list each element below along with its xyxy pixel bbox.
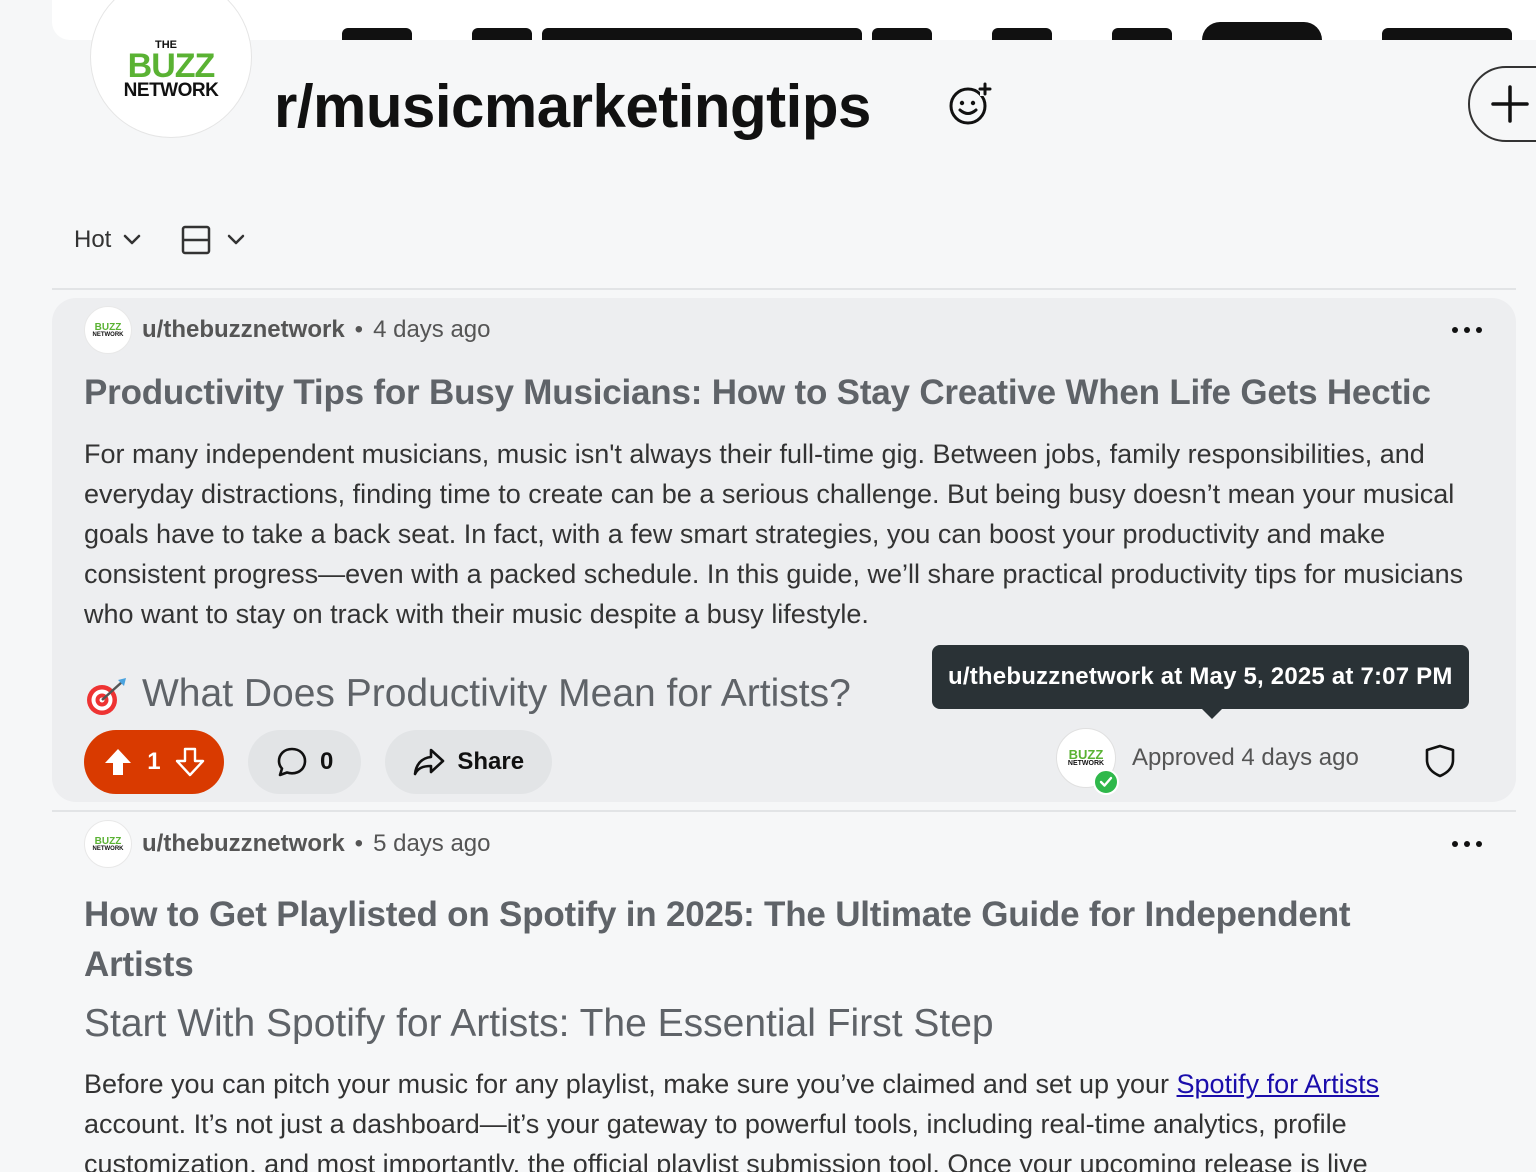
user-avatar[interactable]: BUZZ NETWORK [84,306,132,354]
post-title-line: Artists [84,945,194,984]
moderator-avatar: BUZZ NETWORK [1056,728,1119,795]
avatar-logo-subtext: NETWORK [92,331,124,338]
page: THE BUZZ NETWORK r/musicmarketingtips Ho… [0,0,1536,1172]
post-age[interactable]: 4 days ago [373,316,490,344]
card-view-icon [182,225,211,255]
meta-separator: • [354,316,364,343]
share-icon [414,748,445,776]
avatar-logo-subtext: NETWORK [1067,760,1105,768]
share-label: Share [457,748,525,775]
view-dropdown[interactable] [181,225,245,255]
body-text: customization, and most importantly, the… [84,1149,1368,1172]
community-banner [52,0,1536,40]
divider [52,288,1516,290]
smiley-add-icon[interactable] [948,82,992,126]
chevron-down-icon [228,234,245,245]
body-text: account. It’s not just a dashboard—it’s … [84,1109,1347,1139]
post-body: Before you can pitch your music for any … [84,1064,1504,1172]
target-icon [87,677,126,715]
avatar-logo-text: BUZZ [94,835,122,847]
post-title[interactable]: Productivity Tips for Busy Musicians: Ho… [84,368,1431,418]
comments-button[interactable]: 0 [248,730,362,794]
checkmark-icon [1093,769,1119,795]
post-card[interactable]: BUZZ NETWORK u/thebuzznetwork • 4 days a… [52,298,1516,802]
avatar-logo-text: BUZZ [1068,746,1104,762]
timestamp-tooltip: u/thebuzznetwork at May 5, 2025 at 7:07 … [932,645,1469,719]
comment-count: 0 [320,748,334,775]
more-options-icon[interactable] [1452,832,1482,856]
logo-network-text: NETWORK [123,80,219,102]
approved-text: Approved 4 days ago [1132,744,1359,771]
avatar-logo-text: BUZZ [94,321,122,333]
sort-label: Hot [74,226,112,253]
create-post-button[interactable] [1468,66,1536,142]
body-text: Before you can pitch your music for any … [84,1069,1177,1099]
post-age[interactable]: 5 days ago [373,830,490,858]
post-author[interactable]: u/thebuzznetwork [142,830,345,858]
logo-buzz-text: BUZZ [127,46,216,85]
comment-icon [277,747,307,777]
share-button[interactable]: Share [385,730,553,794]
community-avatar[interactable]: THE BUZZ NETWORK [90,0,252,138]
post-heading: Start With Spotify for Artists: The Esse… [84,1002,994,1045]
post-heading-text: What Does Productivity Mean for Artists? [142,672,851,715]
subreddit-title: r/musicmarketingtips [274,73,871,140]
feed-toolbar: Hot [74,218,245,262]
post-title-line: How to Get Playlisted on Spotify in 2025… [84,895,1351,934]
vote-count: 1 [147,748,161,775]
shield-icon[interactable] [1424,744,1456,778]
user-avatar[interactable]: BUZZ NETWORK [84,820,132,868]
vote-control: 1 [84,730,224,794]
spotify-for-artists-link[interactable]: Spotify for Artists [1177,1069,1380,1099]
post-body: For many independent musicians, music is… [84,439,1464,629]
plus-icon [1491,85,1529,123]
post-actions: 1 0 Share [84,730,553,794]
chevron-down-icon [124,234,141,245]
more-options-icon[interactable] [1452,318,1482,342]
post-meta: BUZZ NETWORK u/thebuzznetwork • 5 days a… [84,820,491,868]
post-author[interactable]: u/thebuzznetwork [142,316,345,344]
upvote-icon[interactable] [103,747,133,777]
post-title[interactable]: How to Get Playlisted on Spotify in 2025… [84,890,1351,990]
approval-status[interactable]: BUZZ NETWORK Approved 4 days ago [1056,726,1359,795]
sort-dropdown[interactable]: Hot [74,226,141,254]
meta-separator: • [354,830,364,857]
downvote-icon[interactable] [175,747,205,777]
avatar-logo-subtext: NETWORK [92,845,124,852]
post-card[interactable]: BUZZ NETWORK u/thebuzznetwork • 5 days a… [52,812,1516,1172]
post-meta: BUZZ NETWORK u/thebuzznetwork • 4 days a… [84,306,491,354]
post-heading: What Does Productivity Mean for Artists? [84,670,851,718]
